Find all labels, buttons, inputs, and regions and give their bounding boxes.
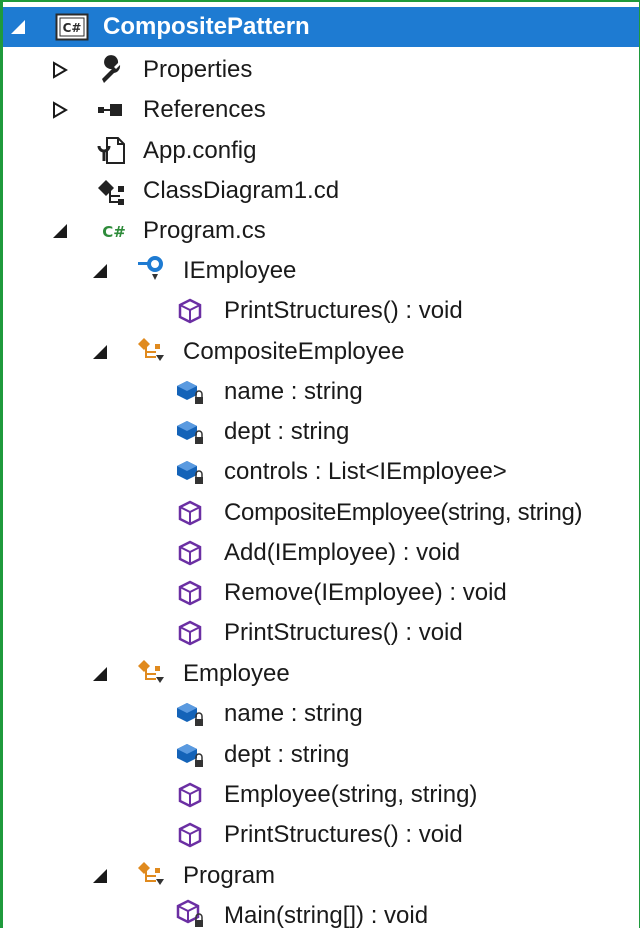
private-field-icon: [175, 740, 205, 770]
member-label: PrintStructures() : void: [224, 619, 463, 646]
tree-item-method[interactable]: CompositeEmployee(string, string): [3, 493, 639, 533]
member-label: Employee(string, string): [224, 781, 478, 808]
method-icon: [175, 538, 205, 568]
expanded-arrow-icon[interactable]: [91, 262, 109, 280]
composite-employee-label: CompositeEmployee: [183, 338, 405, 365]
employee-label: Employee: [183, 660, 290, 687]
tree-item-field[interactable]: dept : string: [3, 412, 503, 452]
private-field-icon: [175, 699, 205, 729]
expanded-arrow-icon[interactable]: [51, 222, 69, 240]
expanded-arrow-icon[interactable]: [91, 665, 109, 683]
method-icon: [175, 296, 205, 326]
member-label: Main(string[]) : void: [224, 902, 429, 929]
references-icon: [96, 95, 126, 125]
tree-item-project[interactable]: C# CompositePattern: [3, 7, 639, 47]
tree-item-program-class[interactable]: Program: [3, 856, 503, 896]
wrench-icon: [96, 55, 126, 85]
solution-explorer-tree: C# CompositePattern Properties Reference…: [0, 0, 640, 929]
class-icon: [136, 657, 166, 687]
tree-item-field[interactable]: dept : string: [3, 735, 503, 775]
tree-item-method[interactable]: Employee(string, string): [3, 775, 563, 815]
member-label: name : string: [224, 378, 363, 405]
tree-item-field[interactable]: name : string: [3, 694, 503, 734]
private-field-icon: [175, 457, 205, 487]
iemployee-label: IEmployee: [183, 257, 297, 284]
member-label: PrintStructures() : void: [224, 297, 463, 324]
member-label: Add(IEmployee) : void: [224, 539, 461, 566]
tree-item-method[interactable]: PrintStructures() : void: [3, 613, 563, 653]
method-icon: [175, 578, 205, 608]
method-icon: [175, 498, 205, 528]
tree-item-iemployee[interactable]: IEmployee: [3, 251, 403, 291]
tree-item-properties[interactable]: Properties: [3, 50, 403, 90]
svg-text:C#: C#: [63, 21, 82, 35]
member-label: CompositeEmployee(string, string): [224, 499, 583, 526]
method-icon: [175, 618, 205, 648]
csharp-file-icon: C#: [99, 216, 129, 246]
tree-item-method[interactable]: PrintStructures() : void: [3, 815, 563, 855]
references-label: References: [143, 96, 266, 123]
expanded-arrow-icon[interactable]: [9, 18, 27, 36]
app-config-label: App.config: [143, 137, 257, 164]
member-label: name : string: [224, 700, 363, 727]
method-icon: [175, 820, 205, 850]
tree-item-field[interactable]: name : string: [3, 372, 503, 412]
program-cs-label: Program.cs: [143, 217, 266, 244]
class-diagram-icon: [96, 176, 126, 206]
class-diagram-label: ClassDiagram1.cd: [143, 177, 340, 204]
expanded-arrow-icon[interactable]: [91, 867, 109, 885]
member-label: dept : string: [224, 418, 350, 445]
svg-text:C#: C#: [102, 223, 126, 241]
tree-item-program-cs[interactable]: C# Program.cs: [3, 211, 403, 251]
class-icon: [136, 335, 166, 365]
tree-item-class-diagram[interactable]: ClassDiagram1.cd: [3, 171, 403, 211]
tree-item-method[interactable]: PrintStructures() : void: [3, 291, 503, 331]
member-label: dept : string: [224, 741, 350, 768]
tree-item-method[interactable]: Add(IEmployee) : void: [3, 533, 563, 573]
tree-item-employee[interactable]: Employee: [3, 654, 503, 694]
project-label: CompositePattern: [103, 13, 310, 40]
tree-item-composite-employee[interactable]: CompositeEmployee: [3, 332, 503, 372]
private-field-icon: [175, 377, 205, 407]
tree-item-references[interactable]: References: [3, 90, 403, 130]
private-field-icon: [175, 417, 205, 447]
member-label: PrintStructures() : void: [224, 821, 463, 848]
member-label: controls : List<IEmployee>: [224, 458, 507, 485]
collapsed-arrow-icon[interactable]: [51, 61, 69, 79]
collapsed-arrow-icon[interactable]: [51, 101, 69, 119]
properties-label: Properties: [143, 56, 253, 83]
interface-icon: [136, 254, 166, 284]
tree-item-method[interactable]: Remove(IEmployee) : void: [3, 573, 563, 613]
tree-item-field[interactable]: controls : List<IEmployee>: [3, 452, 563, 492]
program-class-label: Program: [183, 862, 276, 889]
private-method-icon: [175, 899, 205, 929]
expanded-arrow-icon[interactable]: [91, 343, 109, 361]
class-icon: [136, 859, 166, 889]
member-label: Remove(IEmployee) : void: [224, 579, 507, 606]
tree-item-app-config[interactable]: App.config: [3, 131, 403, 171]
tree-item-method[interactable]: Main(string[]) : void: [3, 896, 563, 936]
method-icon: [175, 780, 205, 810]
config-file-icon: [96, 136, 126, 166]
csharp-project-icon: C#: [55, 13, 89, 41]
